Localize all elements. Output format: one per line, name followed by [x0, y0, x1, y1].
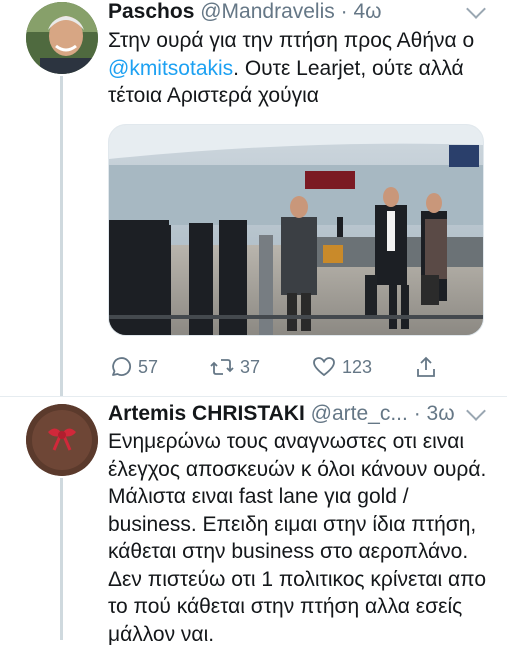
tweet-2[interactable]: Artemis CHRISTAKI @arte_c... · 3ω Ενημερ…	[0, 397, 507, 646]
reply-count: 57	[138, 356, 159, 377]
reply-icon	[112, 357, 131, 376]
reply-button[interactable]: 57	[108, 350, 158, 384]
mention-link[interactable]: @kmitsotakis	[108, 57, 233, 80]
avatar[interactable]	[26, 2, 98, 74]
tweet-text-part: Στην ουρά για την πτήση προς Αθήνα ο	[108, 29, 475, 52]
display-name[interactable]: Artemis CHRISTAKI	[108, 402, 305, 425]
tweet-actions: 57 37 123	[108, 350, 488, 384]
separator-dot: ·	[413, 402, 421, 425]
display-name[interactable]: Paschos	[108, 0, 194, 23]
chevron-down-icon[interactable]	[466, 401, 486, 421]
tweet-header: Paschos @Mandravelis · 4ω	[108, 0, 382, 24]
tweet-1[interactable]: Paschos @Mandravelis · 4ω Στην ουρά για …	[0, 0, 507, 396]
like-icon	[313, 357, 335, 377]
retweet-count: 37	[240, 356, 261, 377]
photo-illustration	[109, 125, 483, 335]
timestamp[interactable]: 4ω	[353, 0, 381, 23]
tweet-header: Artemis CHRISTAKI @arte_c... · 3ω	[108, 402, 455, 426]
like-count: 123	[342, 356, 373, 377]
separator-dot: ·	[340, 0, 348, 23]
tweet-text: Στην ουρά για την πτήση προς Αθήνα ο @km…	[108, 27, 498, 110]
like-button[interactable]: 123	[312, 350, 372, 384]
user-handle[interactable]: @arte_c...	[311, 402, 408, 425]
avatar-photo	[26, 2, 98, 74]
timestamp[interactable]: 3ω	[427, 402, 455, 425]
retweet-icon	[210, 359, 234, 375]
avatar-photo	[26, 404, 98, 476]
chevron-down-icon[interactable]	[466, 0, 486, 19]
user-handle[interactable]: @Mandravelis	[200, 0, 335, 23]
share-button[interactable]	[414, 350, 438, 384]
share-icon	[417, 356, 435, 377]
retweet-button[interactable]: 37	[210, 350, 260, 384]
airport-check-in-photo[interactable]	[108, 124, 484, 336]
tweet-text: Ενημερώνω τους αναγνωστες οτι ειναι έλεγ…	[108, 430, 487, 646]
avatar[interactable]	[26, 404, 98, 476]
